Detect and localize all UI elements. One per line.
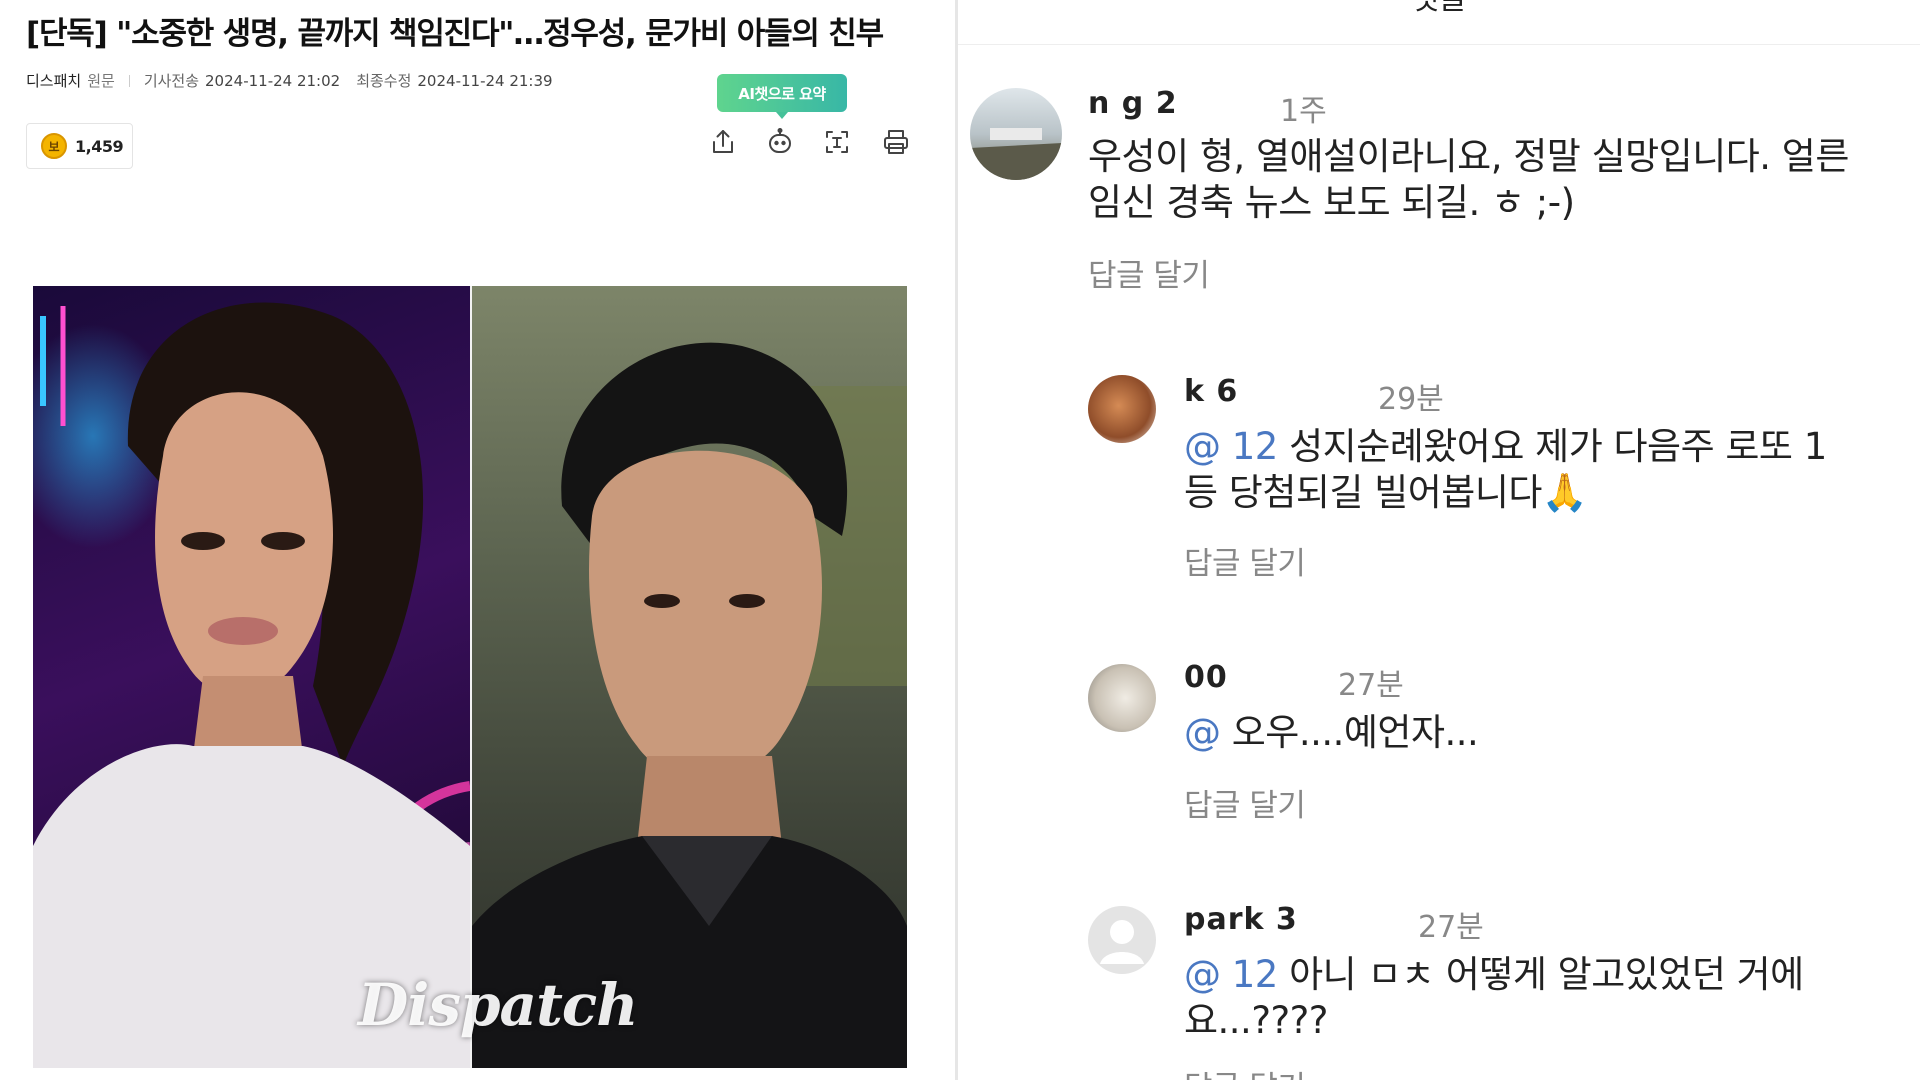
comments-panel: 댓글 n g 2 1주 우성이 형, 열애설이라니요, 정말 실망입니다. 얼른… bbox=[958, 0, 1920, 1080]
ai-chat-icon[interactable] bbox=[762, 124, 798, 160]
avatar[interactable] bbox=[1088, 664, 1156, 732]
reply-button[interactable]: 답글 달기 bbox=[1184, 780, 1306, 825]
reply-button[interactable]: 답글 달기 bbox=[1088, 250, 1210, 295]
edit-time: 2024-11-24 21:39 bbox=[417, 71, 553, 90]
photo-left-woman bbox=[33, 286, 470, 1068]
avatar[interactable] bbox=[970, 88, 1062, 180]
comment-text-content: 성지순례왔어요 제가 다음주 로또 1등 당첨되길 빌어봅니다🙏 bbox=[1184, 425, 1827, 514]
comment-author[interactable]: k 6 bbox=[1184, 374, 1238, 409]
reaction-button[interactable]: 보 1,459 bbox=[26, 123, 133, 169]
print-icon[interactable] bbox=[878, 124, 914, 160]
comment-time: 27분 bbox=[1338, 668, 1404, 703]
text-size-icon[interactable] bbox=[819, 124, 855, 160]
comment-time: 1주 bbox=[1280, 94, 1327, 129]
comments-title: 댓글 bbox=[958, 0, 1920, 18]
meta-divider bbox=[128, 74, 130, 87]
sent-label: 기사전송 bbox=[143, 72, 200, 90]
reply-button[interactable]: 답글 달기 bbox=[1184, 1062, 1306, 1080]
coin-icon: 보 bbox=[41, 133, 67, 159]
title-divider bbox=[958, 44, 1920, 45]
comment-author[interactable]: n g 2 bbox=[1088, 86, 1178, 121]
comment-text-content: 오우....예언자... bbox=[1231, 711, 1479, 754]
comment-text-content: 우성이 형, 열애설이라니요, 정말 실망입니다. 얼른 임신 경축 뉴스 보도… bbox=[1088, 135, 1849, 224]
avatar[interactable] bbox=[1088, 375, 1156, 443]
reply-button[interactable]: 답글 달기 bbox=[1184, 538, 1306, 583]
comment-mention[interactable]: @ 12 bbox=[1184, 953, 1278, 996]
dispatch-watermark: Dispatch bbox=[358, 971, 638, 1039]
comment-text: @ 12 성지순례왔어요 제가 다음주 로또 1등 당첨되길 빌어봅니다🙏 bbox=[1184, 424, 1844, 516]
article-meta: 디스패치 원문 기사전송 2024-11-24 21:02 최종수정 2024-… bbox=[26, 70, 553, 91]
comment-text: 우성이 형, 열애설이라니요, 정말 실망입니다. 얼른 임신 경축 뉴스 보도… bbox=[1088, 134, 1888, 226]
comment-time: 27분 bbox=[1418, 910, 1484, 945]
comment-author[interactable]: 00 bbox=[1184, 660, 1228, 695]
comment-time: 29분 bbox=[1378, 382, 1444, 417]
comment-text: @ 오우....예언자... bbox=[1184, 710, 1844, 756]
sent-time: 2024-11-24 21:02 bbox=[205, 71, 341, 90]
article-source[interactable]: 디스패치 bbox=[26, 70, 81, 91]
article-source-original[interactable]: 원문 bbox=[87, 70, 115, 91]
comment-mention[interactable]: @ bbox=[1184, 711, 1232, 754]
default-avatar-icon[interactable] bbox=[1088, 906, 1156, 974]
article-panel: [단독] "소중한 생명, 끝까지 책임진다"…정우성, 문가비 아들의 친부 … bbox=[0, 0, 955, 1080]
article-photo: Dispatch bbox=[33, 286, 907, 1068]
reaction-count: 1,459 bbox=[75, 136, 124, 156]
photo-right-man bbox=[472, 286, 907, 1068]
edit-label: 최종수정 bbox=[356, 72, 412, 90]
comment-text: @ 12 아니 ㅁㅊ 어떻게 알고있었던 거에요...???? bbox=[1184, 952, 1864, 1044]
ai-summary-tooltip[interactable]: AI챗으로 요약 bbox=[717, 74, 847, 119]
comment-author[interactable]: park 3 bbox=[1184, 902, 1298, 937]
share-icon[interactable] bbox=[705, 124, 741, 160]
article-headline: [단독] "소중한 생명, 끝까지 책임진다"…정우성, 문가비 아들의 친부 bbox=[26, 16, 884, 52]
comment-mention[interactable]: @ 12 bbox=[1184, 425, 1278, 468]
